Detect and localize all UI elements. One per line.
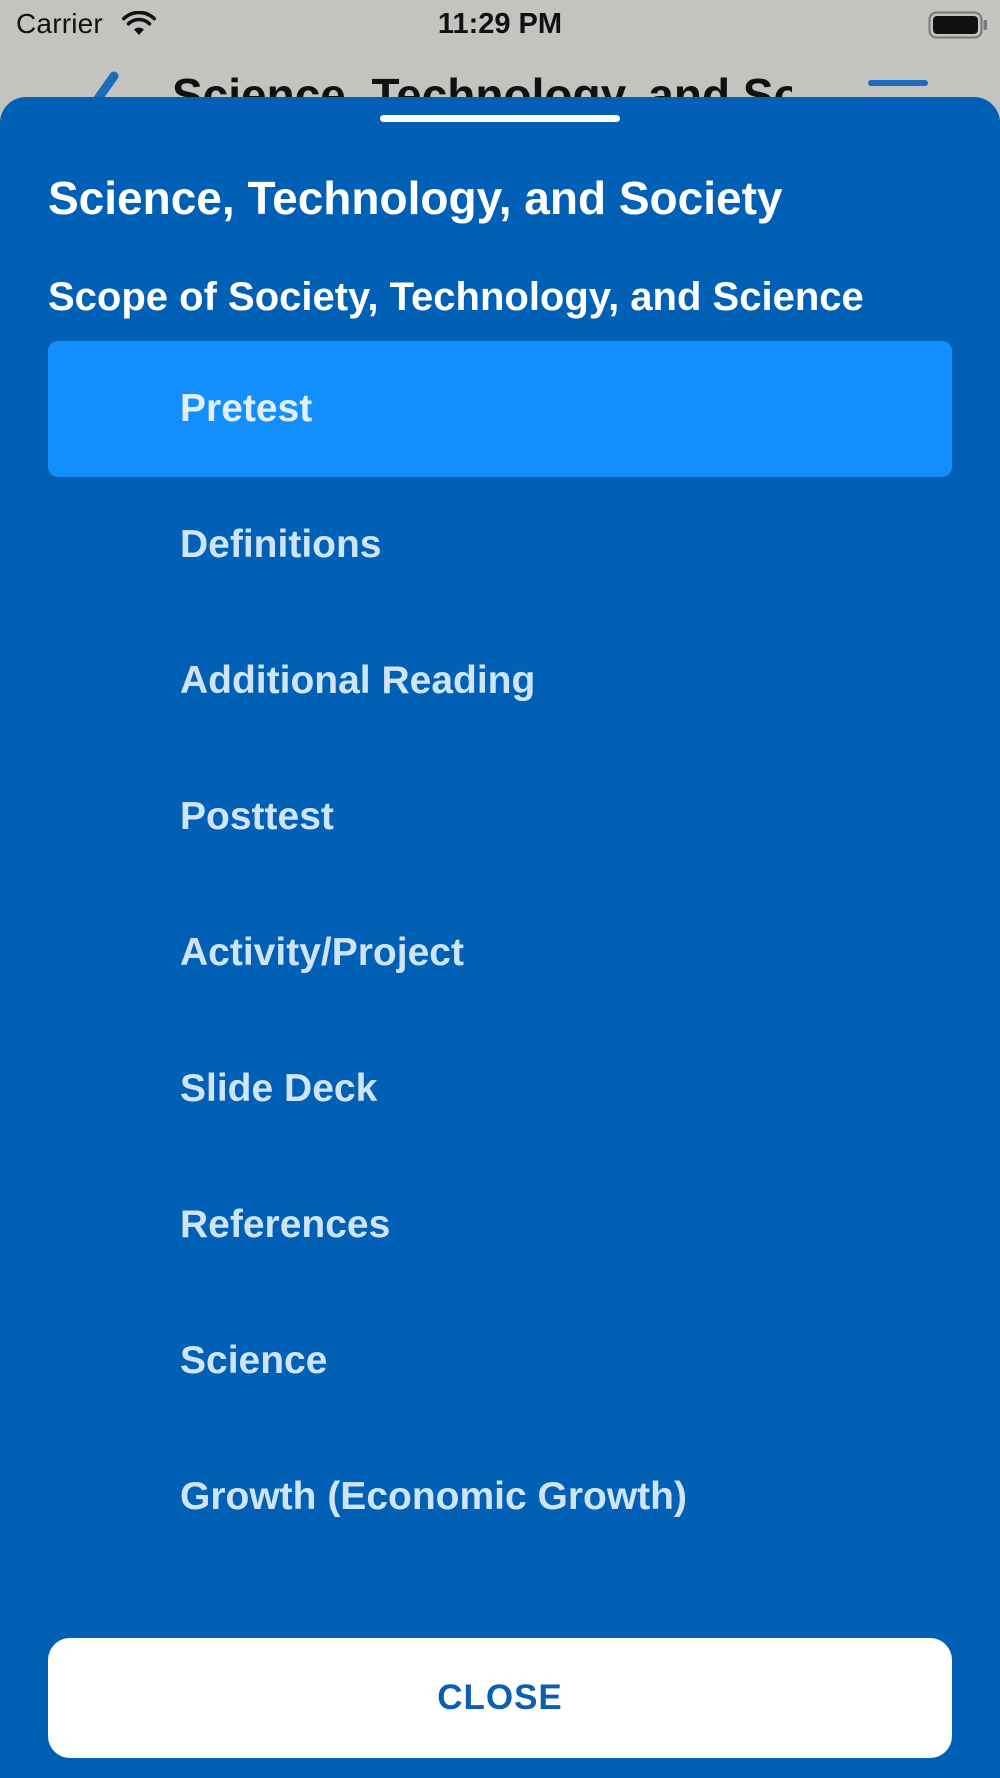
menu-item-label: Growth (Economic Growth) [180,1475,687,1518]
menu-item-definitions[interactable]: Definitions [48,477,952,613]
status-time: 11:29 PM [437,8,563,40]
background-page-title: Science, Technology, and Society [172,69,792,98]
sheet-subtitle: Scope of Society, Technology, and Scienc… [48,275,864,319]
close-button[interactable]: CLOSE [48,1638,952,1758]
menu-item-growth[interactable]: Growth (Economic Growth) [48,1429,952,1565]
battery-icon [928,11,987,39]
menu-item-posttest[interactable]: Posttest [48,749,952,885]
menu-item-references[interactable]: References [48,1157,952,1293]
menu-item-label: Slide Deck [180,1067,378,1110]
menu-item-label: Activity/Project [180,931,464,974]
menu-item-label: Additional Reading [180,659,536,702]
menu-item-additional-reading[interactable]: Additional Reading [48,613,952,749]
topic-menu-list: Pretest Definitions Additional Reading P… [48,341,952,1565]
menu-item-label: Science [180,1339,328,1382]
menu-item-pretest[interactable]: Pretest [48,341,952,477]
menu-item-label: Posttest [180,795,334,838]
menu-item-activity-project[interactable]: Activity/Project [48,885,952,1021]
menu-item-slide-deck[interactable]: Slide Deck [48,1021,952,1157]
menu-item-science[interactable]: Science [48,1293,952,1429]
menu-icon[interactable] [868,80,928,86]
sheet-title: Science, Technology, and Society [48,172,783,224]
menu-item-label: Pretest [180,387,313,430]
menu-item-label: References [180,1203,391,1246]
modal-sheet: Science, Technology, and Society Scope o… [0,97,1000,1778]
status-bar: Carrier 11:29 PM [0,0,1000,52]
menu-item-label: Definitions [180,523,382,566]
sheet-grabber[interactable] [380,115,620,122]
